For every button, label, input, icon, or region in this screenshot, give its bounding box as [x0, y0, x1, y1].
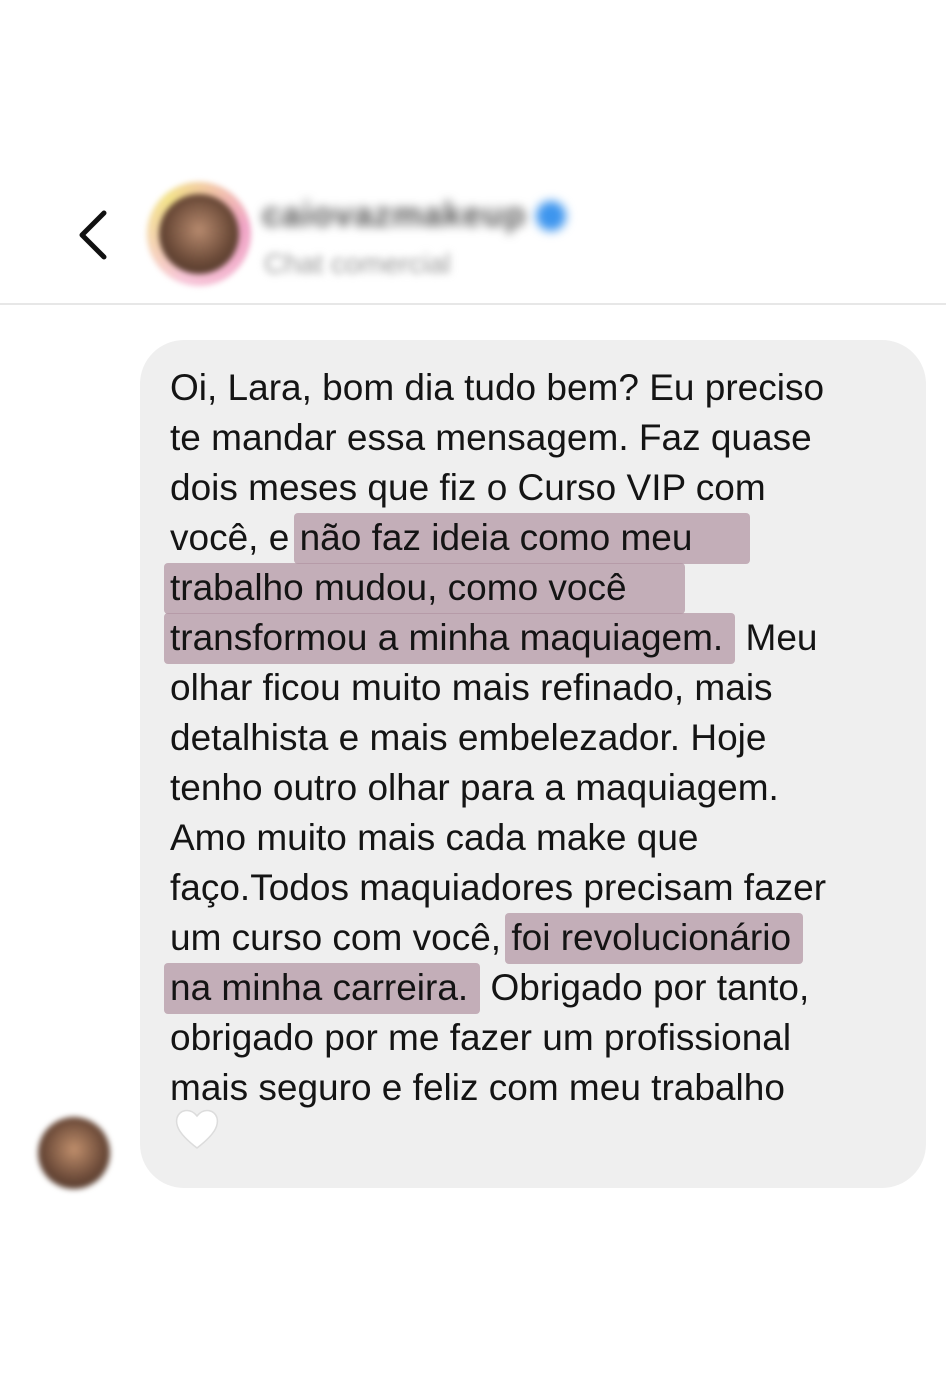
- username[interactable]: caiovazmakeup: [262, 196, 526, 235]
- message-line: você, e não faz ideia como meu: [170, 513, 896, 564]
- chevron-left-icon: [79, 210, 107, 260]
- message-line: dois meses que fiz o Curso VIP com: [170, 463, 896, 513]
- profile-photo: [159, 194, 239, 274]
- chat-subtitle: Chat comercial: [264, 248, 451, 279]
- message-text: olhar ficou muito mais refinado, mais: [170, 667, 773, 708]
- message-text: Obrigado por tanto,: [480, 967, 810, 1008]
- message-line: te mandar essa mensagem. Faz quase: [170, 413, 896, 463]
- message-line: Oi, Lara, bom dia tudo bem? Eu preciso: [170, 363, 896, 413]
- message-line: na minha carreira. Obrigado por tanto,: [164, 963, 896, 1014]
- message-line: um curso com você, foi revolucionário: [170, 913, 896, 964]
- username-row[interactable]: caiovazmakeup: [262, 196, 567, 235]
- message-text: mais seguro e feliz com meu trabalho: [170, 1067, 785, 1108]
- highlighted-text: trabalho mudou, como você: [164, 563, 685, 614]
- white-heart-icon: [175, 1109, 219, 1149]
- message-line: detalhista e mais embelezador. Hoje: [170, 713, 896, 763]
- header-divider: [0, 303, 946, 305]
- chat-header: caiovazmakeup Chat comercial: [0, 0, 946, 304]
- message-text: um curso com você,: [170, 917, 512, 958]
- message-text: Oi, Lara, bom dia tudo bem? Eu preciso: [170, 367, 825, 408]
- message-text: te mandar essa mensagem. Faz quase: [170, 417, 812, 458]
- message-text: obrigado por me fazer um profissional: [170, 1017, 792, 1058]
- message-line: trabalho mudou, como você: [164, 563, 896, 614]
- message-text: detalhista e mais embelezador. Hoje: [170, 717, 767, 758]
- message-line: tenho outro olhar para a maquiagem.: [170, 763, 896, 813]
- message-text: faço.Todos maquiadores precisam fazer: [170, 867, 827, 908]
- message-bubble[interactable]: Oi, Lara, bom dia tudo bem? Eu preciso t…: [140, 340, 926, 1188]
- message-text: tenho outro olhar para a maquiagem.: [170, 767, 779, 808]
- message-text: você, e: [170, 517, 300, 558]
- message-line: mais seguro e feliz com meu trabalho: [170, 1063, 896, 1113]
- sender-avatar[interactable]: [38, 1117, 110, 1189]
- message-text: dois meses que fiz o Curso VIP com: [170, 467, 766, 508]
- message-line: faço.Todos maquiadores precisam fazer: [170, 863, 896, 913]
- message-line: obrigado por me fazer um profissional: [170, 1013, 896, 1063]
- message-line: transformou a minha maquiagem. Meu: [164, 613, 896, 664]
- highlighted-text: não faz ideia como meu: [293, 513, 751, 564]
- back-button[interactable]: [62, 200, 122, 270]
- message-text: Amo muito mais cada make que: [170, 817, 699, 858]
- highlighted-text: na minha carreira.: [164, 963, 481, 1014]
- highlighted-text: transformou a minha maquiagem.: [164, 613, 736, 664]
- message-line: olhar ficou muito mais refinado, mais: [170, 663, 896, 713]
- highlighted-text: foi revolucionário: [505, 913, 804, 964]
- verified-badge-icon: [536, 200, 567, 231]
- profile-avatar[interactable]: [147, 182, 251, 286]
- message-line: Amo muito mais cada make que: [170, 813, 896, 863]
- message-text: Meu: [735, 617, 818, 658]
